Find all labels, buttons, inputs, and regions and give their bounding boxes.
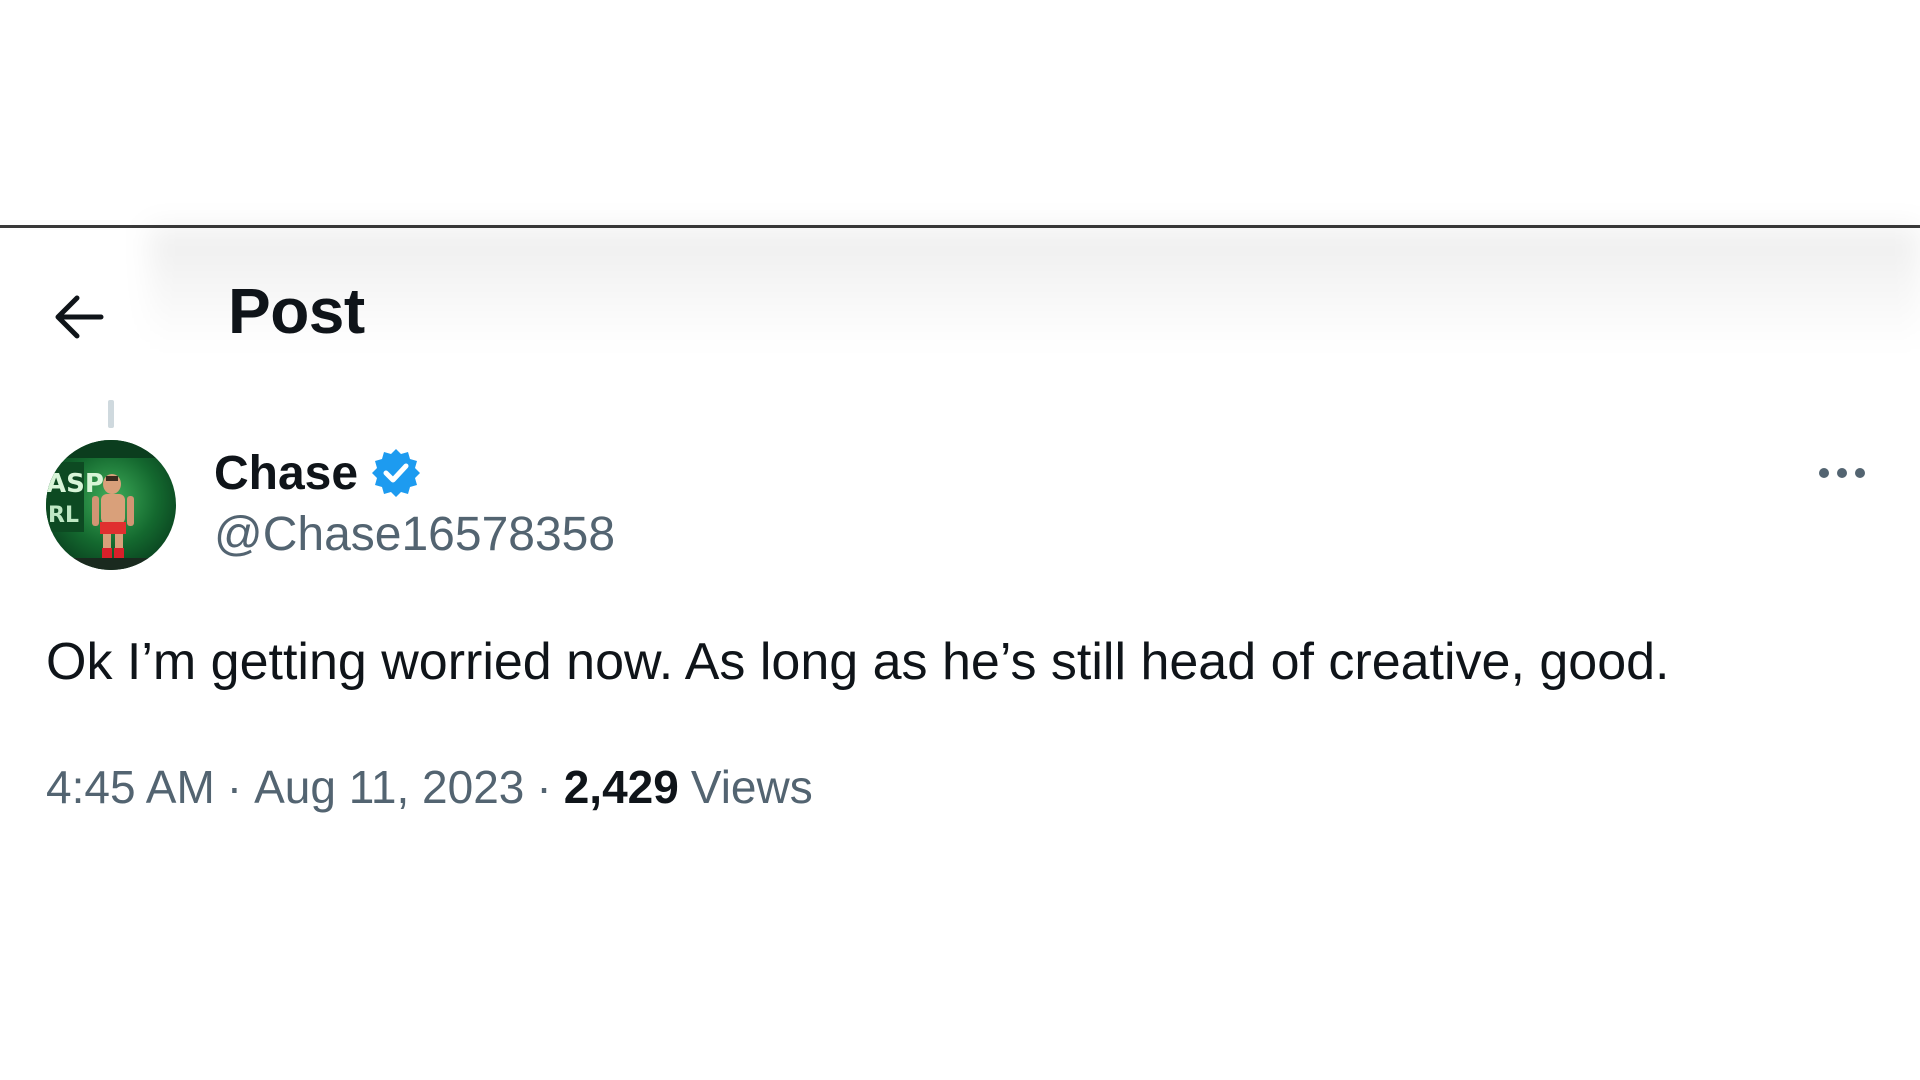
thread-connector-line <box>108 400 114 428</box>
author-display-name[interactable]: Chase <box>214 446 358 501</box>
meta-separator: · <box>226 761 243 813</box>
post-metadata: 4:45 AM · Aug 11, 2023 · 2,429 Views <box>46 760 813 814</box>
author-handle[interactable]: @Chase16578358 <box>214 507 615 562</box>
avatar-image: ASP RL <box>46 440 176 570</box>
arrow-left-icon <box>55 295 104 339</box>
post-date[interactable]: Aug 11, 2023 <box>254 760 524 814</box>
author-name-row: Chase <box>214 443 422 503</box>
views-count: 2,429 <box>563 761 679 813</box>
page-title: Post <box>228 275 365 347</box>
svg-text:RL: RL <box>48 503 79 528</box>
views-label: Views <box>690 761 813 813</box>
avatar[interactable]: ASP RL <box>46 440 176 570</box>
top-divider <box>0 225 1920 228</box>
post-header: Post <box>0 232 1920 392</box>
top-blank-area <box>0 0 1920 225</box>
post-text: Ok I’m getting worried now. As long as h… <box>46 633 1670 691</box>
page: Post ASP RL Chase @Chase16578358 Ok I’m … <box>0 0 1920 1080</box>
post-time[interactable]: 4:45 AM <box>46 760 215 814</box>
back-button[interactable] <box>46 284 112 350</box>
svg-text:ASP: ASP <box>46 469 104 499</box>
meta-separator: · <box>536 761 552 813</box>
verified-badge-icon <box>372 449 421 497</box>
more-options-button[interactable] <box>1812 448 1872 498</box>
more-horizontal-icon <box>1819 468 1865 478</box>
